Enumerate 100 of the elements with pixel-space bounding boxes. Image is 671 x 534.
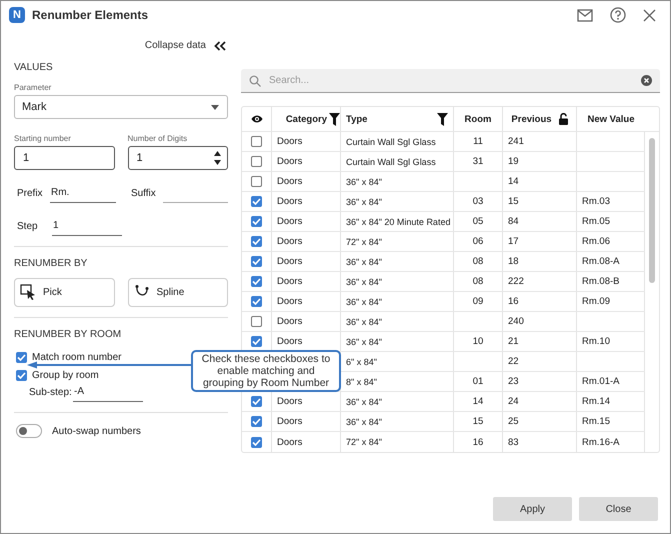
table-cell: 6" x 84" (346, 356, 377, 366)
double-chevron-icon[interactable] (214, 40, 226, 50)
table-cell: 01 (472, 376, 484, 387)
checkbox[interactable] (251, 296, 262, 307)
table-cell: 241 (508, 136, 524, 147)
table-cell: 83 (508, 436, 519, 448)
column-header[interactable]: Previous (511, 114, 552, 124)
close-button[interactable]: Close (579, 497, 658, 521)
checkbox[interactable] (251, 396, 262, 407)
table-cell: 36" x 84" (346, 416, 382, 426)
section-heading: RENUMBER BY ROOM (14, 329, 122, 340)
table-cell: Rm.16-A (582, 436, 620, 448)
table-cell: 24 (508, 396, 519, 407)
table-cell: Curtain Wall Sgl Glass (346, 136, 436, 146)
table-cell: 72" x 84" (346, 236, 382, 246)
spin-arrows-icon[interactable] (214, 151, 221, 165)
checkbox[interactable] (251, 236, 262, 247)
checkbox[interactable] (251, 416, 262, 427)
field-label: Parameter (14, 83, 52, 92)
field-label: Prefix (16, 188, 44, 201)
table-cell: Doors (277, 156, 302, 167)
table-cell: 72" x 84" (346, 437, 382, 447)
table-cell: Doors (277, 436, 302, 448)
table-cell: Rm.05 (582, 216, 610, 227)
section-heading: RENUMBER BY (14, 258, 88, 269)
table-cell: Rm.09 (582, 296, 610, 307)
checkbox[interactable] (16, 370, 27, 381)
column-header[interactable]: Category (286, 114, 327, 124)
table-cell: Doors (277, 336, 302, 347)
table-cell: 36" x 84" 20 Minute Rated (346, 216, 450, 226)
digits-spinner[interactable]: 1 (128, 146, 228, 170)
table-cell: Doors (277, 196, 302, 207)
close-icon[interactable] (643, 8, 656, 22)
table-cell: 08 (472, 276, 484, 287)
table-cell: Doors (277, 416, 302, 427)
table-cell: 240 (508, 316, 524, 327)
table-cell: 14 (508, 176, 519, 187)
spline-button[interactable]: Spline (128, 278, 228, 307)
section-heading: VALUES (14, 62, 54, 73)
checkbox[interactable] (251, 136, 262, 147)
table-cell: 03 (472, 196, 484, 207)
collapse-link[interactable]: Collapse data (144, 40, 206, 51)
table-cell: 36" x 84" (346, 296, 382, 306)
toggle-label: Auto-swap numbers (52, 426, 141, 436)
table-cell: 16 (508, 296, 519, 307)
step-field[interactable]: 1 (52, 217, 122, 236)
field-label: Suffix (130, 188, 157, 201)
clear-icon[interactable] (641, 75, 652, 86)
dropdown-arrow-icon (211, 104, 219, 110)
table-cell: 15 (508, 196, 519, 207)
sub-step-field[interactable]: -A (73, 383, 143, 402)
table-cell: 222 (508, 276, 524, 287)
help-icon[interactable] (610, 7, 626, 23)
checkbox[interactable] (251, 336, 262, 347)
table-cell: 22 (508, 356, 519, 367)
search-input[interactable]: Search... (267, 74, 635, 87)
table-cell: 14 (472, 396, 484, 407)
toggle-switch[interactable] (16, 424, 42, 438)
table-cell: Doors (277, 236, 302, 247)
checkbox[interactable] (251, 176, 262, 187)
checkbox[interactable] (251, 316, 262, 327)
column-header[interactable]: New Value (588, 114, 634, 124)
table-cell: 17 (508, 236, 519, 247)
prefix-field[interactable]: Rm. (50, 184, 116, 203)
search-field[interactable]: Search... (241, 69, 660, 93)
table-cell: Doors (277, 176, 302, 187)
scrollbar-thumb[interactable] (649, 138, 655, 283)
checkbox[interactable] (251, 216, 262, 227)
table-cell: 36" x 84" (346, 316, 382, 326)
checkbox[interactable] (251, 196, 262, 207)
table-cell: Doors (277, 296, 302, 307)
table-cell: 10 (472, 336, 484, 347)
column-header[interactable]: Room (464, 114, 492, 124)
table-cell: Rm.08-A (582, 256, 620, 267)
filter-icon[interactable] (437, 112, 448, 126)
mail-icon[interactable] (577, 8, 593, 22)
column-header[interactable]: Type (346, 114, 368, 124)
table-cell: Doors (277, 316, 302, 327)
padlock-icon (558, 113, 568, 125)
checkbox[interactable] (251, 276, 262, 287)
checkbox[interactable] (251, 436, 262, 448)
checkbox-label: Match room number (32, 352, 122, 363)
parameter-dropdown[interactable]: Mark (14, 95, 228, 119)
checkbox-label: Group by room (32, 370, 99, 381)
pick-button[interactable]: Pick (14, 278, 114, 307)
filter-icon[interactable] (329, 112, 340, 126)
table-cell: 84 (508, 216, 519, 227)
starting-number-field[interactable]: 1 (14, 146, 114, 170)
field-label: Number of Digits (128, 134, 188, 143)
table-cell: Doors (277, 256, 302, 267)
checkbox[interactable] (251, 256, 262, 267)
table-cell: 8" x 84" (346, 376, 377, 386)
table-cell: 19 (508, 156, 519, 167)
checkbox[interactable] (251, 156, 262, 167)
table-cell: 05 (472, 216, 484, 227)
checkbox[interactable] (16, 352, 27, 363)
table-cell: 08 (472, 256, 484, 267)
apply-button[interactable]: Apply (493, 497, 572, 521)
table-cell: 23 (508, 376, 519, 387)
eye-icon[interactable] (250, 115, 262, 123)
